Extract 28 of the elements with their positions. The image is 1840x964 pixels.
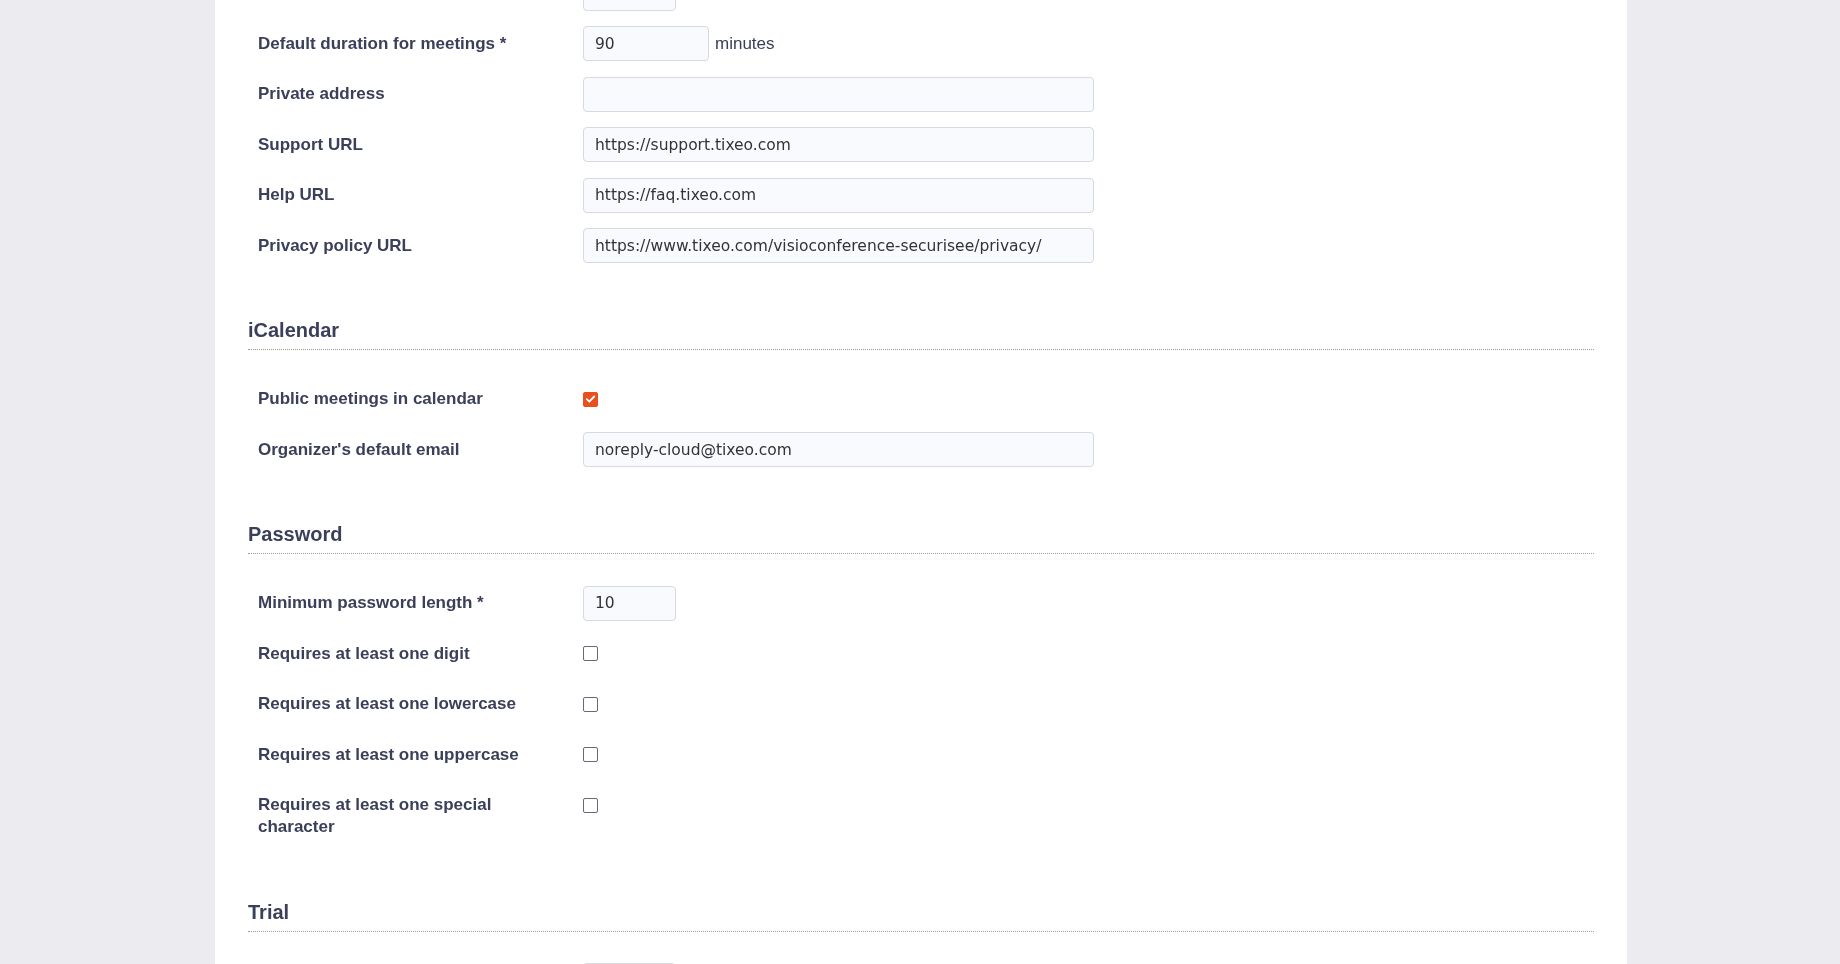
input-field[interactable]: 10 — [583, 585, 676, 621]
input-field[interactable]: https://support.tixeo.com — [583, 127, 1094, 162]
input-field[interactable]: noreply-cloud@tixeo.com — [583, 432, 1094, 467]
checkbox[interactable] — [583, 391, 598, 407]
field-label: Requires at least one lowercase — [258, 694, 516, 713]
field-label: Organizer's default email — [258, 439, 460, 459]
field-label: Help URL — [258, 185, 335, 204]
input-field[interactable] — [583, 76, 1094, 112]
section-title: Trial — [248, 900, 290, 923]
field-label: Default duration for meetings * — [258, 33, 507, 53]
checkbox[interactable] — [583, 797, 598, 813]
field-label: Requires at least one special character — [258, 795, 492, 836]
field-label: Minimum password length * — [258, 593, 484, 612]
section-title: Password — [248, 523, 343, 545]
section-title: iCalendar — [248, 319, 340, 341]
field-label: Requires at least one uppercase — [258, 744, 519, 764]
field-label: Private address — [258, 84, 385, 103]
field-label: Requires at least one digit — [258, 643, 470, 663]
field-label: Public meetings in calendar — [258, 389, 483, 408]
checkbox[interactable] — [583, 696, 598, 712]
field-label: Privacy policy URL — [258, 235, 412, 255]
field-label: Support URL — [258, 134, 363, 154]
checkbox[interactable] — [583, 747, 598, 762]
input-field[interactable]: 90 — [583, 26, 709, 61]
input-field[interactable]: https://faq.tixeo.com — [583, 177, 1094, 213]
unit-label: minutes — [715, 32, 775, 55]
input-field[interactable]: https://www.tixeo.com/visioconference-securisee/privacy/ — [583, 228, 1094, 263]
checkbox[interactable] — [583, 646, 598, 661]
